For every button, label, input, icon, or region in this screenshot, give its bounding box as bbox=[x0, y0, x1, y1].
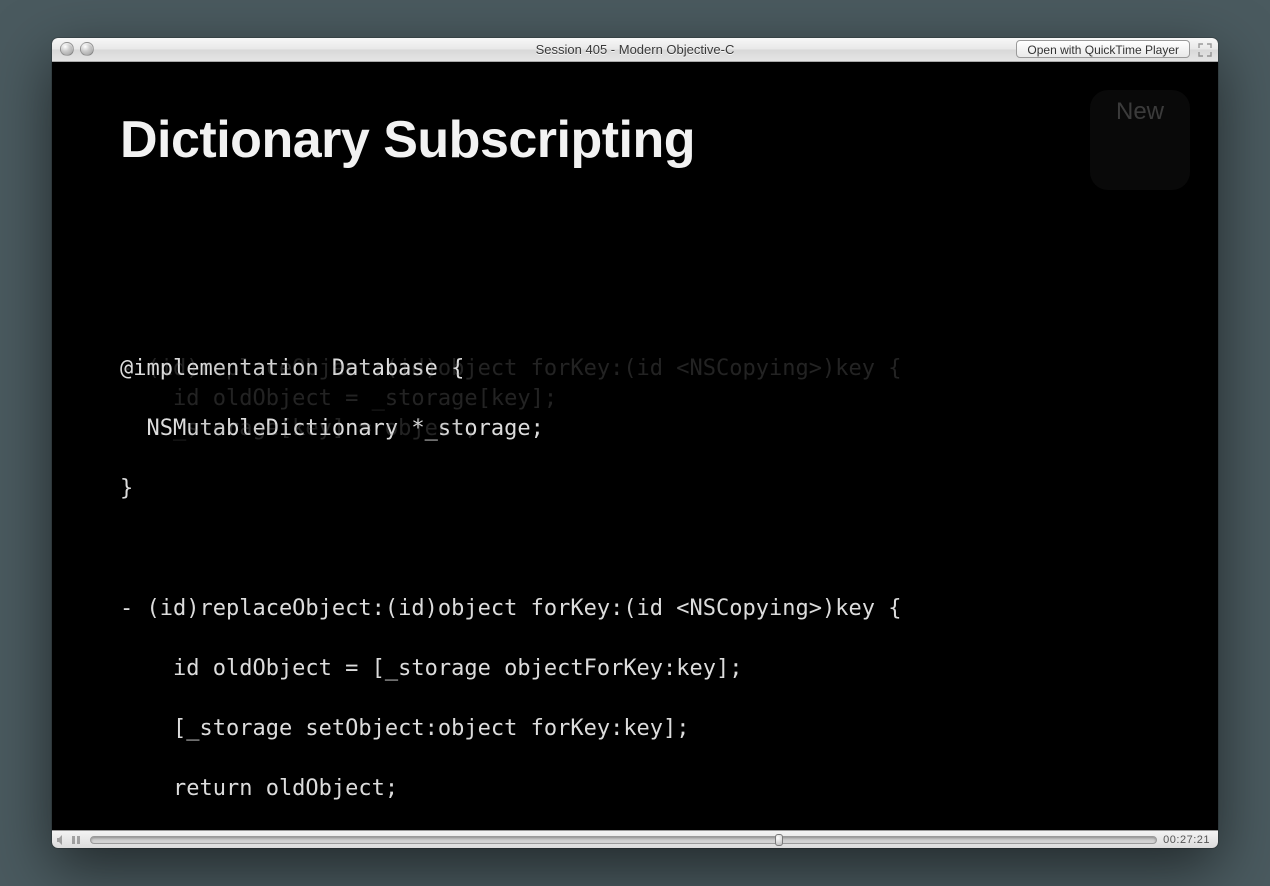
pause-button[interactable] bbox=[70, 834, 82, 846]
ghost-code-line: id oldObject = _storage[key]; bbox=[120, 384, 557, 414]
new-badge-label: New bbox=[1116, 98, 1164, 126]
timecode: 00:27:21 bbox=[1163, 834, 1214, 846]
quicklook-window: Session 405 - Modern Objective-C Open wi… bbox=[52, 38, 1218, 848]
code-block: - (id)replaceObject:(id)object forKey:(i… bbox=[120, 234, 1150, 830]
code-line: NSMutableDictionary *_storage; bbox=[120, 416, 544, 441]
video-content-area[interactable]: New Dictionary Subscripting - (id)replac… bbox=[52, 62, 1218, 830]
code-line: id oldObject = [_storage objectForKey:ke… bbox=[120, 656, 743, 681]
code-line: [_storage setObject:object forKey:key]; bbox=[120, 716, 690, 741]
fullscreen-icon[interactable] bbox=[1198, 43, 1212, 57]
close-button[interactable] bbox=[60, 42, 74, 56]
zoom-button[interactable] bbox=[80, 42, 94, 56]
slide-title: Dictionary Subscripting bbox=[120, 110, 1150, 170]
code-line: } bbox=[120, 476, 133, 501]
code-line: @implementation Database { bbox=[120, 356, 464, 381]
code-line: - (id)replaceObject:(id)object forKey:(i… bbox=[120, 596, 901, 621]
volume-icon[interactable] bbox=[56, 834, 68, 846]
playhead[interactable] bbox=[775, 834, 783, 846]
progress-track[interactable] bbox=[90, 836, 1157, 844]
new-badge: New bbox=[1090, 90, 1190, 190]
player-controls: 00:27:21 bbox=[52, 830, 1218, 848]
slide: New Dictionary Subscripting - (id)replac… bbox=[52, 62, 1218, 830]
titlebar: Session 405 - Modern Objective-C Open wi… bbox=[52, 38, 1218, 62]
open-with-button[interactable]: Open with QuickTime Player bbox=[1016, 40, 1190, 58]
code-line: return oldObject; bbox=[120, 776, 398, 801]
traffic-lights bbox=[60, 42, 94, 56]
